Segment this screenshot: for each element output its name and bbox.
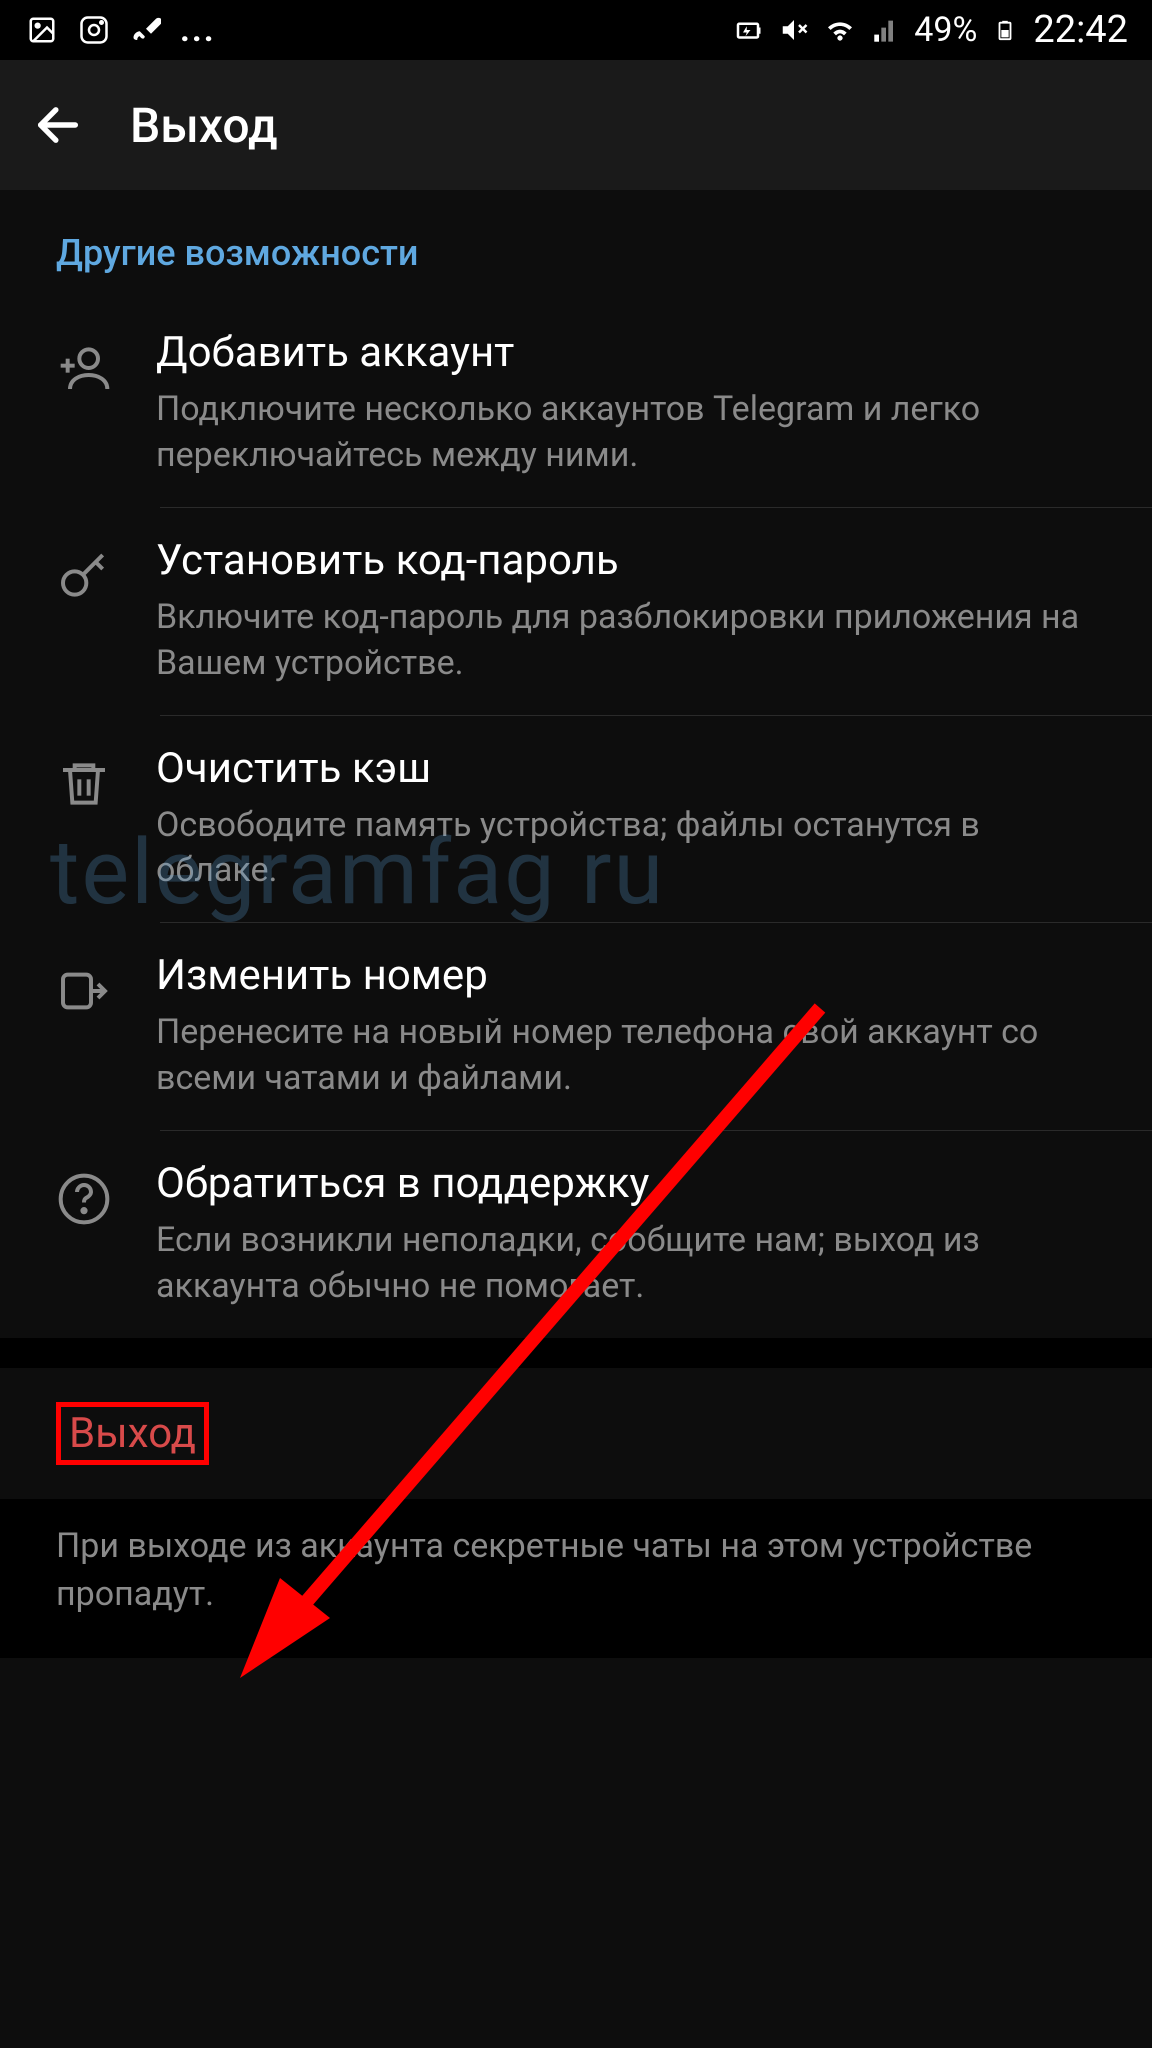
item-desc: Перенесите на новый номер телефона свой … [156, 1010, 1096, 1102]
add-person-icon [52, 336, 116, 400]
section-spacer [0, 1338, 1152, 1368]
clock-time: 22:42 [1033, 8, 1128, 52]
brush-icon [128, 12, 164, 48]
key-icon [52, 544, 116, 608]
passcode-item[interactable]: Установить код-пароль Включите код-парол… [0, 508, 1152, 715]
item-desc: Освободите память устройства; файлы оста… [156, 803, 1096, 895]
status-bar: ... 49% 22:42 [0, 0, 1152, 60]
mute-icon [776, 12, 812, 48]
section-header: Другие возможности [0, 232, 1152, 300]
back-button[interactable] [28, 95, 88, 155]
wifi-icon [822, 12, 858, 48]
footer-note: При выходе из аккаунта секретные чаты на… [0, 1499, 1152, 1658]
transfer-icon [52, 959, 116, 1023]
gallery-icon [24, 12, 60, 48]
battery-percent: 49% [914, 10, 977, 50]
item-title: Изменить номер [156, 951, 1096, 1000]
page-title: Выход [130, 97, 278, 154]
battery-icon [987, 12, 1023, 48]
trash-icon [52, 752, 116, 816]
signal-icon [868, 12, 904, 48]
item-desc: Если возникли неполадки, сообщите нам; в… [156, 1218, 1096, 1310]
item-title: Установить код-пароль [156, 536, 1096, 585]
battery-charge-icon [730, 12, 766, 48]
item-desc: Подключите несколько аккаунтов Telegram … [156, 387, 1096, 479]
help-icon [52, 1167, 116, 1231]
item-title: Очистить кэш [156, 744, 1096, 793]
logout-button[interactable]: Выход [56, 1402, 209, 1465]
support-item[interactable]: Обратиться в поддержку Если возникли неп… [0, 1131, 1152, 1338]
item-desc: Включите код-пароль для разблокировки пр… [156, 595, 1096, 687]
instagram-icon [76, 12, 112, 48]
item-title: Добавить аккаунт [156, 328, 1096, 377]
item-title: Обратиться в поддержку [156, 1159, 1096, 1208]
clear-cache-item[interactable]: Очистить кэш Освободите память устройств… [0, 716, 1152, 923]
more-icon: ... [180, 10, 216, 50]
add-account-item[interactable]: Добавить аккаунт Подключите несколько ак… [0, 300, 1152, 507]
change-number-item[interactable]: Изменить номер Перенесите на новый номер… [0, 923, 1152, 1130]
header: Выход [0, 60, 1152, 190]
